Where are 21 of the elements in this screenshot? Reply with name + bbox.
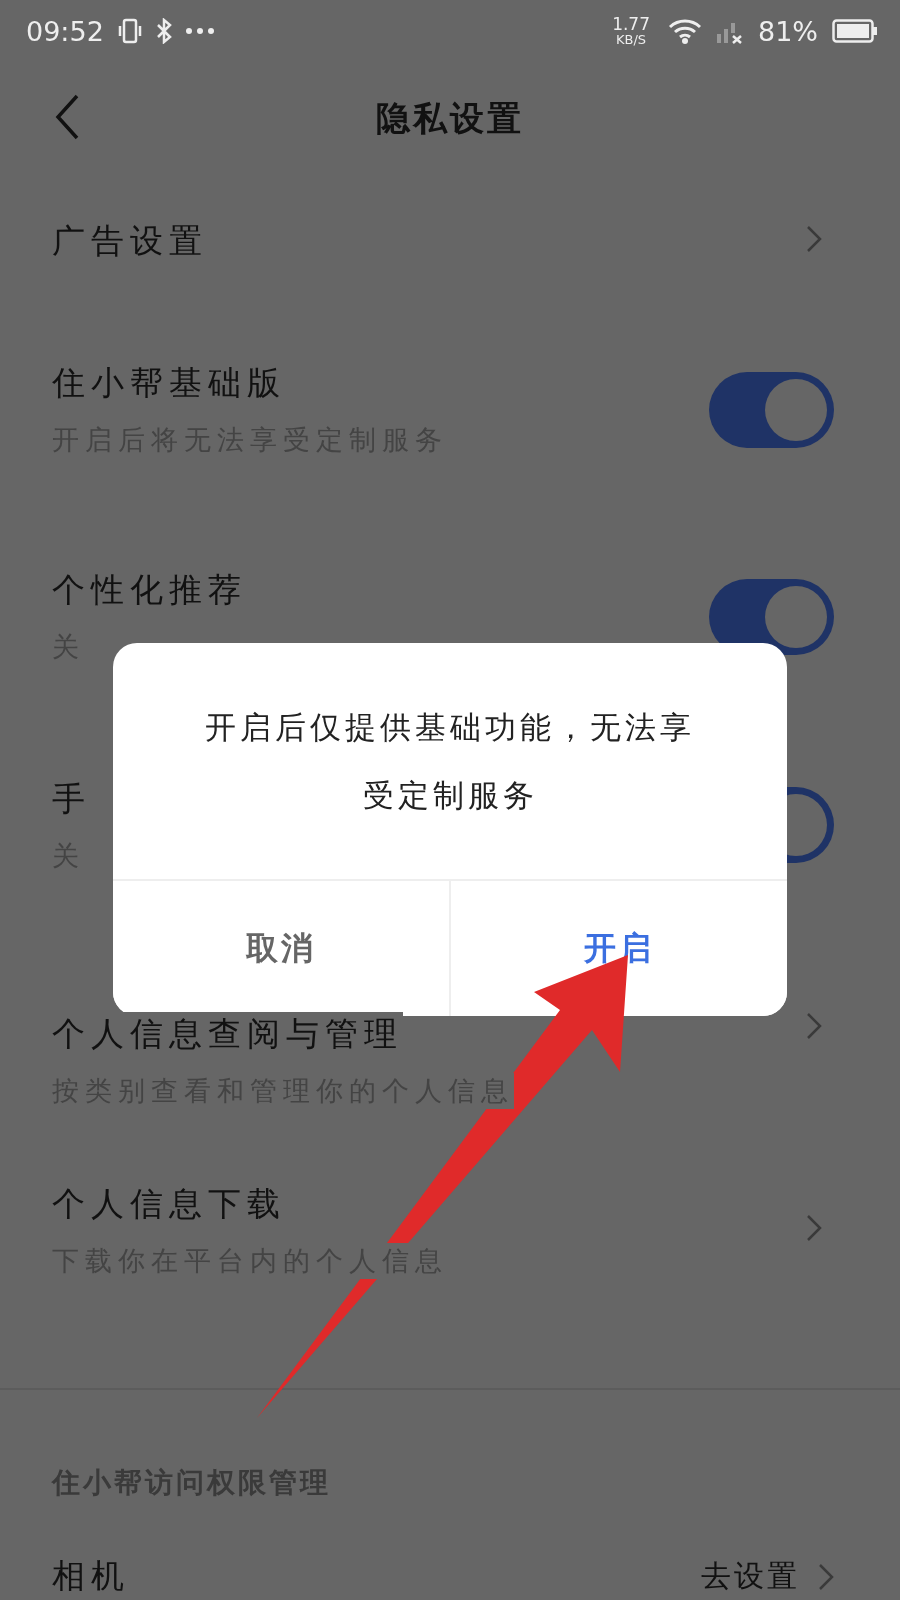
battery-icon xyxy=(832,19,878,43)
setting-title: 个性化推荐 xyxy=(52,569,247,611)
back-icon[interactable] xyxy=(54,94,80,140)
chevron-right-icon xyxy=(818,1562,834,1591)
permission-title: 相机 xyxy=(52,1555,131,1597)
more-icon xyxy=(185,28,214,34)
chevron-right-icon xyxy=(806,1214,822,1242)
battery-level: 81% xyxy=(758,15,818,47)
page-title: 隐私设置 xyxy=(376,97,524,140)
status-time: 09:52 xyxy=(26,15,104,47)
vibrate-icon xyxy=(117,18,142,44)
setting-title: 手 xyxy=(52,777,91,820)
chevron-right-icon xyxy=(806,225,822,253)
bluetooth-icon xyxy=(155,18,172,44)
network-speed: 1.77 xyxy=(612,16,650,33)
dialog-message: 开启后仅提供基础功能，无法享受定制服务 xyxy=(204,708,696,815)
speed-unit: KB/S xyxy=(616,33,647,46)
wifi-icon xyxy=(668,18,702,44)
permission-action[interactable]: 去设置 xyxy=(701,1556,800,1597)
chevron-right-icon xyxy=(806,1012,822,1040)
setting-title: 住小帮基础版 xyxy=(52,362,286,404)
